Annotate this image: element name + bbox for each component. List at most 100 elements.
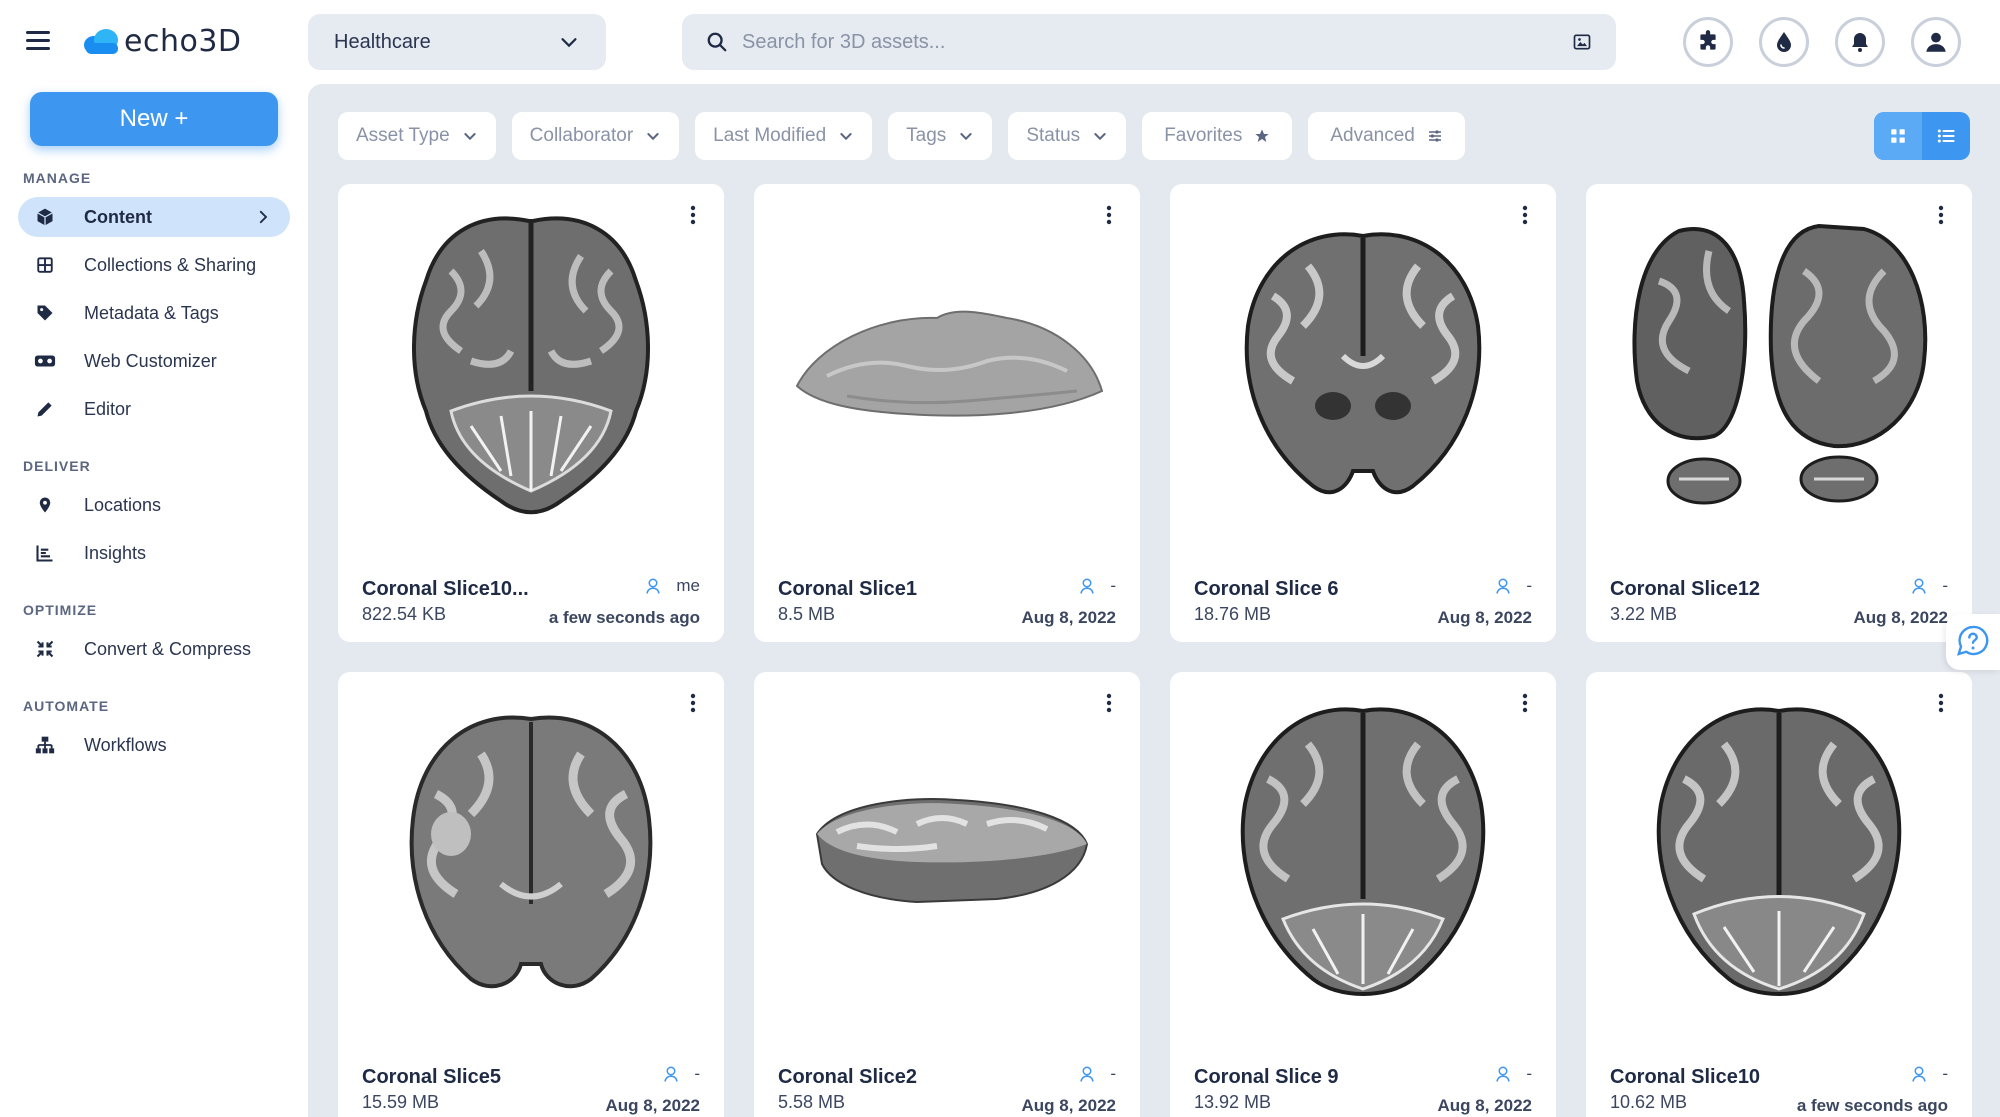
sliders-icon bbox=[1428, 130, 1441, 142]
asset-owner: - bbox=[1910, 1064, 1948, 1084]
sidebar-item-insights[interactable]: Insights bbox=[18, 533, 290, 573]
logo[interactable]: echo3D bbox=[82, 24, 242, 59]
project-value: Healthcare bbox=[334, 30, 431, 53]
asset-card[interactable]: Coronal Slice5 15.59 MB - Aug 8, 2022 bbox=[338, 672, 724, 1117]
filter-favorites[interactable]: Favorites bbox=[1142, 112, 1293, 160]
section-label-deliver: DELIVER bbox=[23, 458, 91, 474]
asset-card[interactable]: Coronal Slice 9 13.92 MB - Aug 8, 2022 bbox=[1170, 672, 1556, 1117]
asset-date: Aug 8, 2022 bbox=[1853, 608, 1949, 627]
asset-card[interactable]: Coronal Slice 6 18.76 MB - Aug 8, 2022 bbox=[1170, 184, 1556, 642]
asset-size: 5.58 MB bbox=[778, 1092, 846, 1112]
bell-icon[interactable] bbox=[1835, 17, 1885, 67]
asset-name[interactable]: Coronal Slice1 bbox=[778, 578, 917, 601]
filter-advanced[interactable]: Advanced bbox=[1308, 112, 1465, 160]
chevron-down-icon bbox=[647, 133, 659, 141]
list-view-button[interactable] bbox=[1922, 112, 1970, 160]
asset-name[interactable]: Coronal Slice10... bbox=[362, 578, 529, 601]
main-content: Asset Type Collaborator Last Modified Ta… bbox=[308, 84, 2000, 1117]
brain-slice-image bbox=[409, 715, 653, 989]
asset-date: Aug 8, 2022 bbox=[1021, 1096, 1117, 1115]
owner-name: - bbox=[694, 1064, 700, 1083]
asset-card[interactable]: Coronal Slice1 8.5 MB - Aug 8, 2022 bbox=[754, 184, 1140, 642]
asset-date: Aug 8, 2022 bbox=[1437, 1096, 1533, 1115]
brain-slice-image bbox=[412, 216, 650, 515]
chevron-right-icon bbox=[259, 210, 268, 224]
section-label-manage: MANAGE bbox=[23, 170, 92, 186]
asset-thumbnail bbox=[784, 694, 1110, 1014]
asset-name[interactable]: Coronal Slice5 bbox=[362, 1066, 501, 1089]
user-outline-icon bbox=[1080, 578, 1095, 594]
sidebar-item-label: Editor bbox=[84, 398, 132, 419]
filter-label: Tags bbox=[906, 125, 947, 146]
user-icon[interactable] bbox=[1911, 17, 1961, 67]
asset-thumbnail bbox=[368, 694, 694, 1014]
help-button[interactable] bbox=[1946, 614, 2000, 670]
sidebar-item-locations[interactable]: Locations bbox=[18, 485, 290, 525]
filter-label: Collaborator bbox=[529, 125, 634, 146]
asset-grid: Coronal Slice10... 822.54 KB me a few se… bbox=[338, 184, 1972, 1117]
sidebar-item-label: Metadata & Tags bbox=[84, 302, 219, 323]
search-input[interactable] bbox=[742, 30, 1572, 54]
asset-card[interactable]: Coronal Slice10... 822.54 KB me a few se… bbox=[338, 184, 724, 642]
asset-owner: - bbox=[1078, 576, 1116, 596]
grid-icon bbox=[34, 254, 56, 276]
filter-tags[interactable]: Tags bbox=[888, 112, 993, 160]
sidebar-item-metadata[interactable]: Metadata & Tags bbox=[18, 293, 290, 333]
star-icon bbox=[1255, 129, 1269, 142]
user-outline-icon bbox=[1912, 578, 1927, 594]
filter-label: Advanced bbox=[1330, 125, 1415, 146]
help-icon bbox=[1956, 625, 1989, 656]
asset-date: a few seconds ago bbox=[548, 608, 700, 627]
bar-chart-icon bbox=[34, 542, 56, 564]
brain-slice-image bbox=[1244, 232, 1482, 495]
sidebar-item-workflows[interactable]: Workflows bbox=[18, 725, 290, 765]
sidebar-item-label: Content bbox=[84, 206, 152, 227]
project-dropdown[interactable]: Healthcare bbox=[308, 14, 606, 70]
filter-label: Last Modified bbox=[713, 125, 827, 146]
asset-owner: - bbox=[662, 1064, 700, 1084]
asset-card[interactable]: Coronal Slice12 3.22 MB - Aug 8, 2022 bbox=[1586, 184, 1972, 642]
logo-text: echo3D bbox=[124, 24, 242, 59]
filter-status[interactable]: Status bbox=[1008, 112, 1127, 160]
image-search-icon[interactable] bbox=[1572, 32, 1592, 52]
search-icon bbox=[707, 32, 727, 52]
asset-thumbnail bbox=[784, 206, 1110, 526]
asset-name[interactable]: Coronal Slice2 bbox=[778, 1066, 917, 1089]
asset-name[interactable]: Coronal Slice 6 bbox=[1194, 578, 1339, 601]
asset-name[interactable]: Coronal Slice12 bbox=[1610, 578, 1760, 601]
puzzle-icon[interactable] bbox=[1683, 17, 1733, 67]
asset-thumbnail bbox=[1616, 206, 1942, 526]
asset-owner: - bbox=[1078, 1064, 1116, 1084]
filter-label: Favorites bbox=[1164, 125, 1243, 146]
pencil-icon bbox=[34, 398, 56, 420]
menu-icon[interactable] bbox=[26, 31, 50, 51]
chevron-down-icon bbox=[960, 133, 972, 141]
sidebar-item-convert[interactable]: Convert & Compress bbox=[18, 629, 290, 669]
filter-collaborator[interactable]: Collaborator bbox=[511, 112, 680, 160]
sidebar-item-web-customizer[interactable]: Web Customizer bbox=[18, 341, 290, 381]
sidebar-item-editor[interactable]: Editor bbox=[18, 389, 290, 429]
filter-asset-type[interactable]: Asset Type bbox=[338, 112, 496, 160]
asset-card[interactable]: Coronal Slice10 10.62 MB - a few seconds… bbox=[1586, 672, 1972, 1117]
owner-name: - bbox=[1110, 576, 1116, 595]
chevron-down-icon bbox=[1094, 133, 1106, 141]
asset-thumbnail bbox=[1200, 694, 1526, 1014]
filter-last-modified[interactable]: Last Modified bbox=[695, 112, 873, 160]
search-bar bbox=[682, 14, 1616, 70]
asset-card[interactable]: Coronal Slice2 5.58 MB - Aug 8, 2022 bbox=[754, 672, 1140, 1117]
grid-view-button[interactable] bbox=[1874, 112, 1922, 160]
asset-name[interactable]: Coronal Slice10 bbox=[1610, 1066, 1760, 1089]
asset-size: 13.92 MB bbox=[1194, 1092, 1272, 1112]
sidebar-item-content[interactable]: Content bbox=[18, 197, 290, 237]
brain-slab-image bbox=[795, 310, 1104, 417]
new-button[interactable]: New + bbox=[30, 92, 278, 146]
asset-thumbnail bbox=[1616, 694, 1942, 1014]
drop-icon[interactable] bbox=[1759, 17, 1809, 67]
asset-owner: - bbox=[1910, 576, 1948, 596]
asset-owner: me bbox=[644, 576, 700, 596]
filter-bar: Asset Type Collaborator Last Modified Ta… bbox=[338, 112, 1465, 160]
asset-name[interactable]: Coronal Slice 9 bbox=[1194, 1066, 1339, 1089]
app-root: echo3D Healthcare New + MANAGE C bbox=[0, 0, 2000, 1117]
sidebar-item-collections[interactable]: Collections & Sharing bbox=[18, 245, 290, 285]
filter-label: Asset Type bbox=[356, 125, 450, 146]
